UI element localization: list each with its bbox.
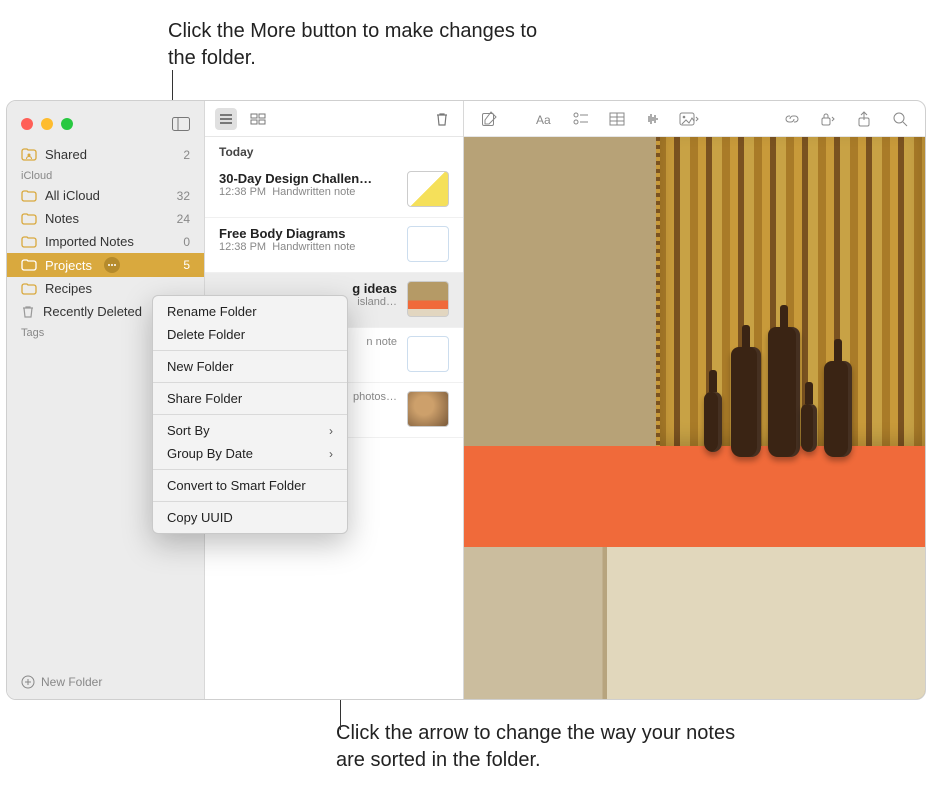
sidebar-toggle-icon[interactable] <box>170 113 192 135</box>
ctx-delete-folder[interactable]: Delete Folder <box>153 323 347 346</box>
sidebar-item-label: Shared <box>45 147 87 162</box>
sidebar-item-label: Recipes <box>45 281 92 296</box>
note-row[interactable]: 30-Day Design Challen… 12:38 PM Handwrit… <box>205 163 463 218</box>
note-thumbnail <box>407 336 449 372</box>
sidebar-item-all-icloud[interactable]: All iCloud 32 <box>7 184 204 207</box>
sidebar-item-count: 0 <box>183 235 190 249</box>
note-thumbnail <box>407 391 449 427</box>
callout-more-button: Click the More button to make changes to… <box>168 18 548 72</box>
list-group-header: Today <box>205 137 463 163</box>
sidebar-item-label: All iCloud <box>45 188 100 203</box>
sidebar-item-label: Recently Deleted <box>43 304 142 319</box>
trash-folder-icon <box>21 305 35 319</box>
sidebar-section-icloud: iCloud <box>7 166 204 184</box>
close-window-button[interactable] <box>21 118 33 130</box>
ctx-copy-uuid[interactable]: Copy UUID <box>153 506 347 529</box>
plus-circle-icon <box>21 675 35 689</box>
sidebar-item-count: 24 <box>177 212 190 226</box>
note-title: g ideas <box>219 281 397 296</box>
checklist-button[interactable] <box>570 108 592 130</box>
folder-icon <box>21 190 37 202</box>
compose-button[interactable] <box>478 108 500 130</box>
list-view-button[interactable] <box>215 108 237 130</box>
ctx-separator <box>153 350 347 351</box>
ctx-separator <box>153 414 347 415</box>
sidebar-item-label: Notes <box>45 211 79 226</box>
minimize-window-button[interactable] <box>41 118 53 130</box>
ctx-separator <box>153 382 347 383</box>
new-folder-button[interactable]: New Folder <box>7 665 204 699</box>
folder-icon <box>21 259 37 271</box>
note-content-image <box>464 137 925 699</box>
media-button[interactable] <box>678 108 700 130</box>
chevron-right-icon: › <box>329 424 333 438</box>
note-thumbnail <box>407 171 449 207</box>
note-subtitle: 12:38 PM Handwritten note <box>219 186 397 198</box>
folder-icon <box>21 236 37 248</box>
svg-text:Aa: Aa <box>536 113 551 126</box>
list-toolbar <box>205 101 463 137</box>
link-button[interactable] <box>781 108 803 130</box>
lock-button[interactable] <box>817 108 839 130</box>
note-thumbnail <box>407 226 449 262</box>
editor-toolbar: Aa <box>464 101 925 137</box>
search-button[interactable] <box>889 108 911 130</box>
sidebar-item-count: 5 <box>183 258 190 272</box>
notes-app-window: Shared 2 iCloud All iCloud 32 Notes 24 I… <box>6 100 926 700</box>
note-title: Free Body Diagrams <box>219 226 397 241</box>
more-button[interactable] <box>104 257 120 273</box>
ctx-share-folder[interactable]: Share Folder <box>153 387 347 410</box>
waveform-icon[interactable] <box>642 108 664 130</box>
ctx-rename-folder[interactable]: Rename Folder <box>153 300 347 323</box>
ctx-separator <box>153 469 347 470</box>
shared-folder-icon <box>21 148 37 161</box>
table-button[interactable] <box>606 108 628 130</box>
note-title: 30-Day Design Challen… <box>219 171 397 186</box>
sidebar-item-imported-notes[interactable]: Imported Notes 0 <box>7 230 204 253</box>
chevron-right-icon: › <box>329 447 333 461</box>
callout-sort-arrow: Click the arrow to change the way your n… <box>336 720 766 774</box>
note-row[interactable]: Free Body Diagrams 12:38 PM Handwritten … <box>205 218 463 273</box>
editor-column: Aa <box>464 101 925 699</box>
sidebar-item-label: Imported Notes <box>45 234 134 249</box>
sidebar-item-count: 2 <box>183 148 190 162</box>
window-controls <box>7 101 204 143</box>
zoom-window-button[interactable] <box>61 118 73 130</box>
ctx-new-folder[interactable]: New Folder <box>153 355 347 378</box>
gallery-view-button[interactable] <box>247 108 269 130</box>
folder-icon <box>21 213 37 225</box>
folder-icon <box>21 283 37 295</box>
sidebar-item-notes[interactable]: Notes 24 <box>7 207 204 230</box>
ctx-convert-smart-folder[interactable]: Convert to Smart Folder <box>153 474 347 497</box>
ctx-group-by-date[interactable]: Group By Date › <box>153 442 347 465</box>
new-folder-label: New Folder <box>41 675 102 689</box>
sidebar-item-shared[interactable]: Shared 2 <box>7 143 204 166</box>
delete-note-button[interactable] <box>431 108 453 130</box>
folder-context-menu: Rename Folder Delete Folder New Folder S… <box>152 295 348 534</box>
sidebar-item-projects[interactable]: Projects 5 <box>7 253 204 277</box>
share-button[interactable] <box>853 108 875 130</box>
sidebar-item-count: 32 <box>177 189 190 203</box>
note-thumbnail <box>407 281 449 317</box>
format-button[interactable]: Aa <box>534 108 556 130</box>
ctx-sort-by[interactable]: Sort By › <box>153 419 347 442</box>
ctx-separator <box>153 501 347 502</box>
note-subtitle: 12:38 PM Handwritten note <box>219 241 397 253</box>
sidebar-item-label: Projects <box>45 258 92 273</box>
